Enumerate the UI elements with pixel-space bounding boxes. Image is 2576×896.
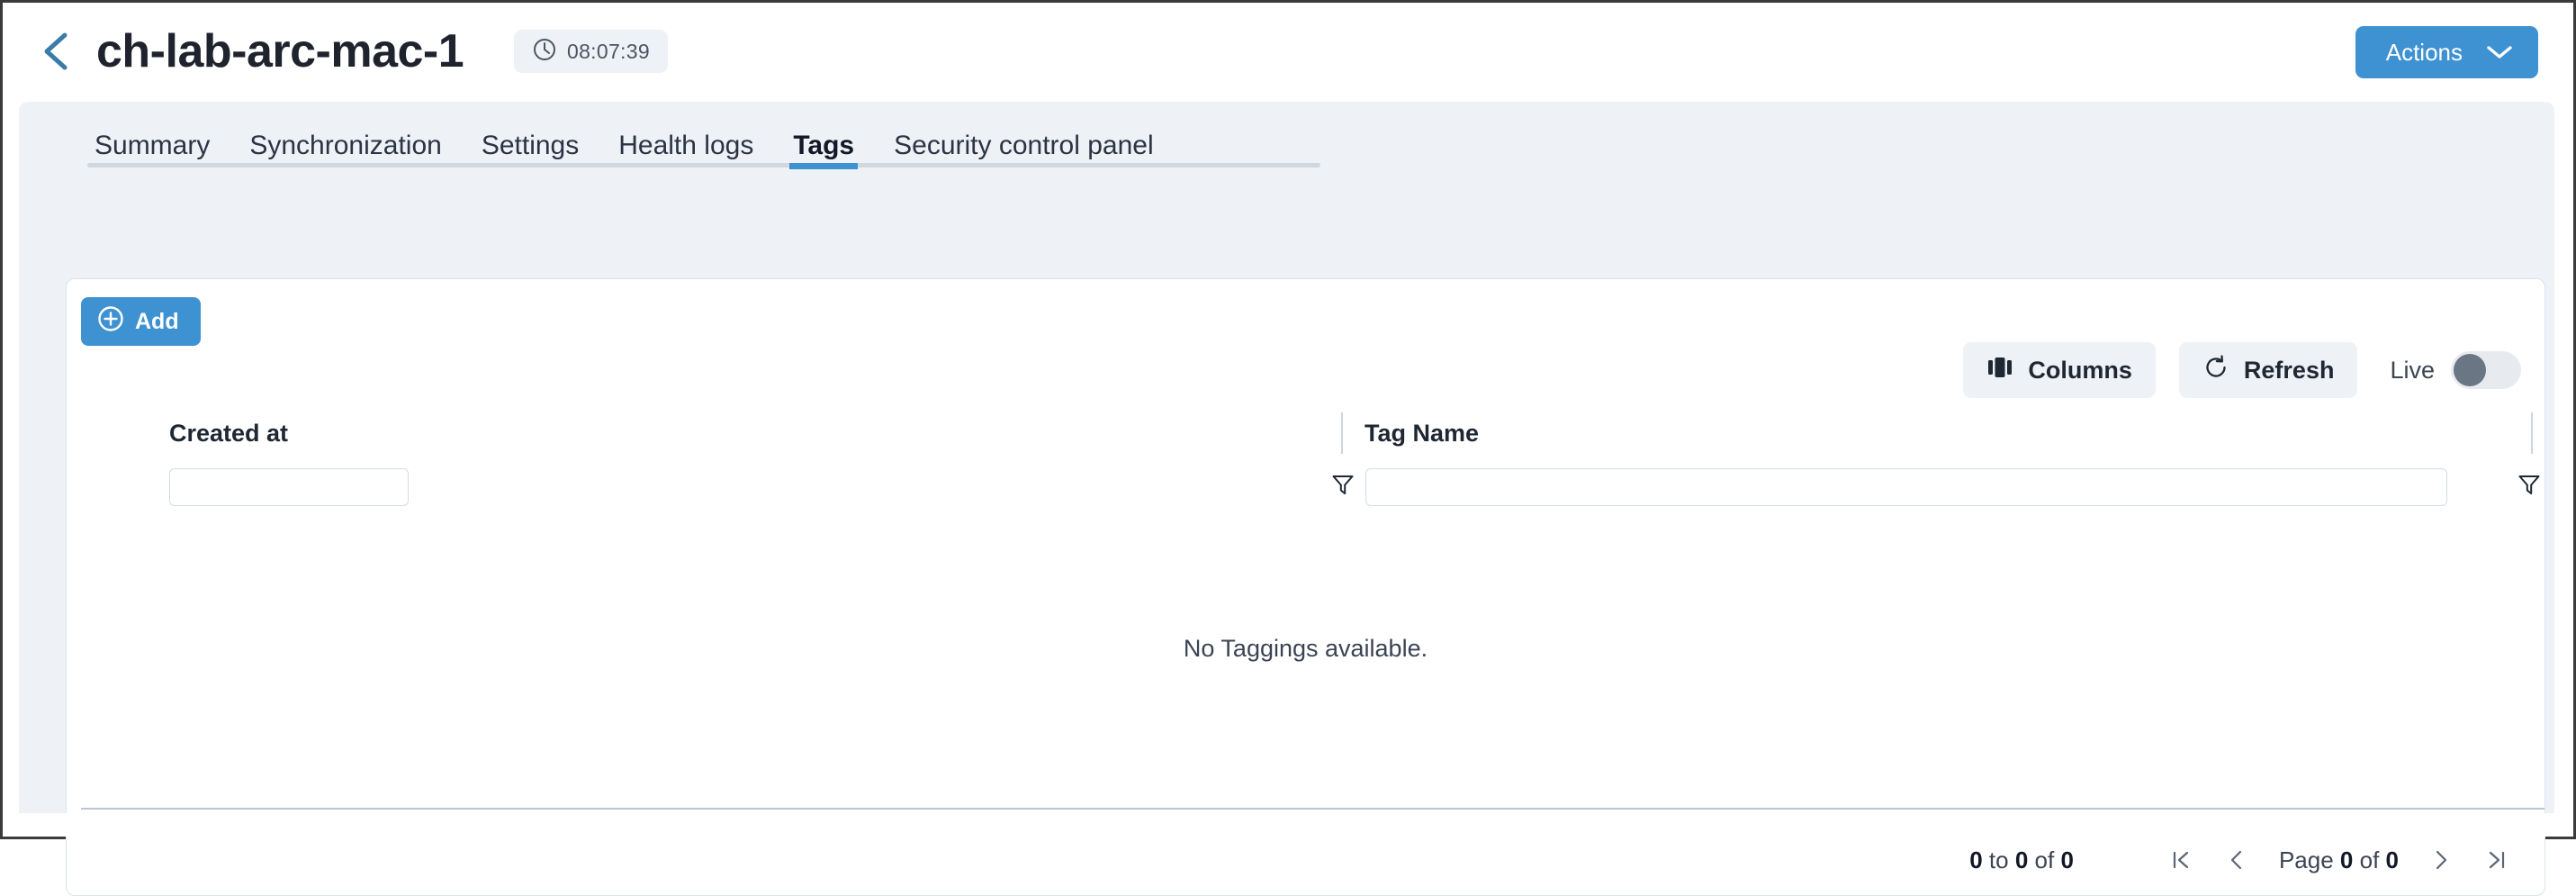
application-window: ch-lab-arc-mac-1 08:07:39 Actions Summar… — [0, 0, 2576, 896]
plus-circle-icon — [97, 305, 124, 339]
filter-input-created-at[interactable] — [169, 468, 409, 506]
range-to-label: to — [1988, 846, 2009, 873]
range-total: 0 — [2060, 846, 2074, 873]
add-button[interactable]: Add — [81, 297, 201, 346]
live-toggle-label: Live — [2390, 356, 2435, 384]
columns-icon — [1986, 354, 2013, 387]
next-page-icon[interactable] — [2413, 832, 2469, 888]
refresh-button[interactable]: Refresh — [2178, 342, 2358, 398]
grid-toolbar: Columns Refresh Live — [1963, 342, 2528, 398]
page-title: ch-lab-arc-mac-1 — [96, 25, 464, 77]
page-total: 0 — [2385, 846, 2399, 873]
last-page-icon[interactable] — [2469, 832, 2525, 888]
range-end: 0 — [2014, 846, 2029, 873]
range-start: 0 — [1969, 846, 1983, 873]
actions-button-label: Actions — [2385, 38, 2463, 66]
page-current: 0 — [2339, 846, 2354, 873]
first-page-icon[interactable] — [2153, 832, 2209, 888]
uptime-badge: 08:07:39 — [514, 30, 668, 73]
grid-footer-divider — [81, 808, 2544, 810]
range-of-label: of — [2034, 846, 2055, 873]
live-toggle-group: Live — [2390, 351, 2521, 389]
tab-summary[interactable]: Summary — [75, 102, 230, 169]
funnel-icon[interactable] — [1323, 465, 1363, 504]
empty-state-message: No Taggings available. — [1183, 635, 1428, 662]
tab-synchronization[interactable]: Synchronization — [230, 102, 461, 169]
tags-content-card: Add Columns Refresh Live Created at Tag … — [66, 278, 2545, 896]
prev-page-icon[interactable] — [2209, 832, 2265, 888]
row-range-summary: 0 to 0 of 0 — [1969, 846, 2074, 874]
chevron-left-icon — [40, 30, 74, 73]
page-header: ch-lab-arc-mac-1 08:07:39 Actions — [3, 3, 2571, 102]
column-divider[interactable] — [1341, 412, 1343, 454]
tab-tags[interactable]: Tags — [773, 102, 874, 169]
tab-bar: Summary Synchronization Settings Health … — [19, 102, 2554, 169]
columns-button[interactable]: Columns — [1963, 342, 2156, 398]
add-button-label: Add — [135, 308, 179, 334]
filter-input-tag-name[interactable] — [1365, 468, 2447, 506]
refresh-icon — [2202, 354, 2229, 387]
column-divider[interactable] — [2531, 412, 2533, 454]
page-bottom-strip — [3, 813, 2571, 837]
refresh-button-label: Refresh — [2243, 356, 2335, 384]
tab-list: Summary Synchronization Settings Health … — [75, 102, 1174, 169]
back-button[interactable] — [32, 26, 82, 77]
tab-health-logs[interactable]: Health logs — [599, 102, 773, 169]
funnel-icon[interactable] — [2509, 465, 2549, 504]
tab-settings[interactable]: Settings — [462, 102, 599, 169]
uptime-value: 08:07:39 — [567, 39, 650, 63]
page-label: Page — [2278, 846, 2334, 873]
tab-security-control-panel[interactable]: Security control panel — [874, 102, 1174, 169]
page-of-label: of — [2359, 846, 2380, 873]
live-toggle-knob — [2454, 354, 2486, 386]
column-header-created-at[interactable]: Created at — [169, 420, 288, 448]
actions-button[interactable]: Actions — [2355, 26, 2538, 78]
live-toggle[interactable] — [2451, 351, 2521, 389]
grid-header: Created at Tag Name — [67, 405, 2544, 522]
tab-panel: Summary Synchronization Settings Health … — [19, 102, 2554, 896]
page-indicator: Page 0 of 0 — [2265, 846, 2413, 874]
columns-button-label: Columns — [2028, 356, 2132, 384]
chevron-down-icon — [2486, 39, 2513, 67]
column-header-tag-name[interactable]: Tag Name — [1365, 420, 1479, 448]
clock-icon — [532, 37, 557, 67]
